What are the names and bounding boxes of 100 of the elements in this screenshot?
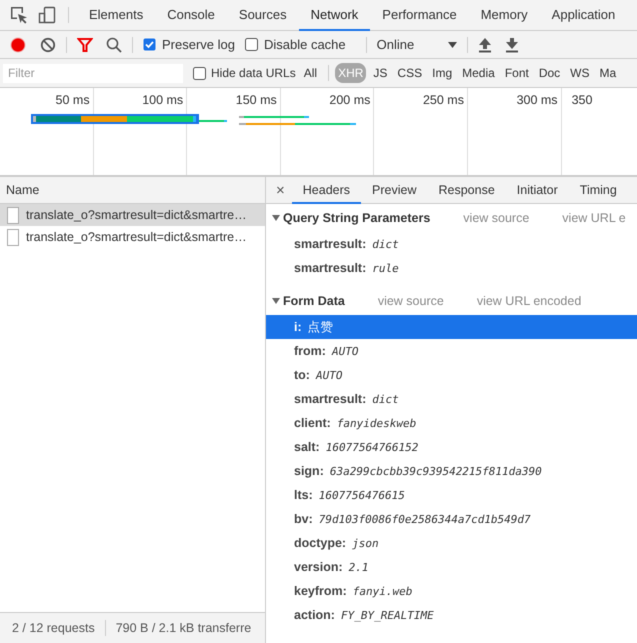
parameter-row[interactable]: smartresult: dict bbox=[266, 232, 637, 256]
file-icon bbox=[7, 228, 19, 246]
view-link[interactable]: view URL encoded bbox=[476, 294, 582, 308]
type-filter[interactable]: JS bbox=[370, 63, 390, 83]
section-title[interactable]: Query String Parameters bbox=[283, 211, 430, 225]
parameter-key: keyfrom: bbox=[294, 584, 347, 598]
time-tick-label: 250 ms bbox=[422, 93, 464, 107]
parameter-key: client: bbox=[294, 416, 331, 430]
parameter-row[interactable]: smartresult: dict bbox=[266, 387, 637, 411]
parameter-value: 1607756476615 bbox=[318, 488, 405, 502]
parameter-value: fanyideskweb bbox=[336, 416, 416, 430]
time-tick-label: 300 ms bbox=[516, 93, 558, 107]
record-icon[interactable] bbox=[9, 36, 27, 54]
clear-icon[interactable] bbox=[40, 36, 56, 52]
parameter-value: 79d103f0086f0e2586344a7cd1b549d7 bbox=[318, 512, 531, 526]
request-count: 2 / 12 requests bbox=[12, 621, 95, 635]
parameter-key: smartresult: bbox=[294, 392, 366, 406]
type-filter[interactable]: All bbox=[300, 63, 320, 83]
type-filter[interactable]: Ma bbox=[596, 63, 620, 83]
search-icon[interactable] bbox=[106, 36, 122, 52]
parameter-value: dict bbox=[372, 392, 399, 406]
parameter-key: action: bbox=[294, 608, 335, 622]
parameter-row[interactable]: to: AUTO bbox=[266, 363, 637, 387]
parameter-value: 2.1 bbox=[348, 560, 369, 574]
filter-field[interactable]: Filter bbox=[3, 64, 183, 82]
type-filter[interactable]: WS bbox=[567, 63, 593, 83]
time-tick-label: 150 ms bbox=[236, 93, 277, 107]
column-header[interactable]: Name bbox=[0, 177, 265, 204]
file-icon bbox=[7, 206, 19, 224]
parameter-key: i: bbox=[294, 320, 302, 334]
request-row[interactable]: translate_o?smartresult=dict&smartre… bbox=[0, 204, 265, 226]
parameter-row[interactable]: sign: 63a299cbcbb39c939542215f811da390 bbox=[266, 459, 637, 483]
parameter-value: dict bbox=[372, 238, 399, 250]
section-title[interactable]: Form Data bbox=[283, 294, 345, 308]
expanded-triangle-icon[interactable] bbox=[272, 214, 280, 222]
type-filter[interactable]: Media bbox=[459, 63, 498, 83]
parameter-row[interactable]: version: 2.1 bbox=[266, 555, 637, 579]
detail-tab[interactable]: Response bbox=[427, 177, 506, 204]
request-row[interactable]: translate_o?smartresult=dict&smartre… bbox=[0, 226, 265, 248]
parameter-key: to: bbox=[294, 368, 310, 382]
transfer-size: 790 B / 2.1 kB transferre bbox=[116, 621, 252, 635]
type-filter[interactable]: Img bbox=[429, 63, 456, 83]
parameter-value: 16077564766152 bbox=[326, 440, 418, 454]
expanded-triangle-icon[interactable] bbox=[272, 297, 280, 305]
panel-tab[interactable]: Console bbox=[155, 0, 227, 31]
time-tick-label: 200 ms bbox=[329, 93, 370, 107]
parameter-row[interactable]: i: 点赞 bbox=[266, 315, 637, 339]
parameter-row[interactable]: lts: 1607756476615 bbox=[266, 483, 637, 507]
parameter-row[interactable]: keyfrom: fanyi.web bbox=[266, 579, 637, 603]
type-filter[interactable]: Font bbox=[502, 63, 532, 83]
parameter-key: lts: bbox=[294, 488, 313, 502]
panel-tab[interactable]: Application bbox=[540, 0, 628, 31]
parameter-row[interactable]: salt: 16077564766152 bbox=[266, 435, 637, 459]
detail-tab[interactable]: Initiator bbox=[506, 177, 569, 204]
panel-tab[interactable]: Sources bbox=[226, 0, 299, 31]
panel-tab[interactable]: Performance bbox=[370, 0, 469, 31]
throttling-dropdown[interactable]: Online bbox=[376, 37, 457, 52]
parameter-key: version: bbox=[294, 560, 343, 574]
parameter-value: 点赞 bbox=[308, 318, 334, 336]
parameter-key: bv: bbox=[294, 512, 313, 526]
time-tick-label: 50 ms bbox=[56, 93, 90, 107]
filter-icon[interactable] bbox=[77, 36, 93, 52]
parameter-key: doctype: bbox=[294, 536, 346, 550]
detail-tab[interactable]: Preview bbox=[361, 177, 428, 204]
parameter-key: sign: bbox=[294, 464, 324, 478]
parameter-value: 63a299cbcbb39c939542215f811da390 bbox=[330, 464, 542, 478]
parameter-value: FY_BY_REALTIME bbox=[340, 608, 434, 622]
checkbox-label[interactable]: Hide data URLs bbox=[211, 66, 296, 80]
upload-icon[interactable] bbox=[478, 36, 492, 52]
device-toolbar-icon[interactable] bbox=[38, 6, 56, 24]
request-name: translate_o?smartresult=dict&smartre… bbox=[26, 208, 247, 222]
parameter-row[interactable]: smartresult: rule bbox=[266, 256, 637, 280]
parameter-row[interactable]: from: AUTO bbox=[266, 339, 637, 363]
type-filter[interactable]: Doc bbox=[536, 63, 564, 83]
checkbox[interactable] bbox=[143, 38, 156, 51]
close-button[interactable]: × bbox=[266, 177, 292, 203]
detail-tab[interactable]: Headers bbox=[292, 177, 362, 204]
checkbox-label[interactable]: Preserve log bbox=[162, 37, 235, 52]
parameter-key: salt: bbox=[294, 440, 320, 454]
panel-tab[interactable]: Elements bbox=[77, 0, 156, 31]
caret-icon bbox=[448, 42, 457, 48]
parameter-row[interactable]: bv: 79d103f0086f0e2586344a7cd1b549d7 bbox=[266, 507, 637, 531]
view-link[interactable]: view source bbox=[463, 211, 530, 225]
parameter-row[interactable]: doctype: json bbox=[266, 531, 637, 555]
type-filter[interactable]: CSS bbox=[394, 63, 426, 83]
inspect-icon[interactable] bbox=[10, 6, 28, 24]
detail-tab[interactable]: Timing bbox=[568, 177, 628, 204]
time-tick-label: 100 ms bbox=[142, 93, 184, 107]
parameter-key: from: bbox=[294, 344, 326, 358]
view-link[interactable]: view URL e bbox=[562, 211, 626, 225]
view-link[interactable]: view source bbox=[378, 294, 444, 308]
parameter-value: AUTO bbox=[332, 344, 358, 358]
parameter-row[interactable]: action: FY_BY_REALTIME bbox=[266, 603, 637, 627]
checkbox[interactable] bbox=[244, 38, 258, 51]
parameter-row[interactable]: client: fanyideskweb bbox=[266, 411, 637, 435]
download-icon[interactable] bbox=[504, 36, 519, 52]
checkbox-label[interactable]: Disable cache bbox=[264, 37, 346, 52]
checkbox[interactable] bbox=[193, 66, 206, 80]
parameter-value: rule bbox=[372, 262, 399, 274]
panel-tab[interactable]: Memory bbox=[468, 0, 540, 31]
